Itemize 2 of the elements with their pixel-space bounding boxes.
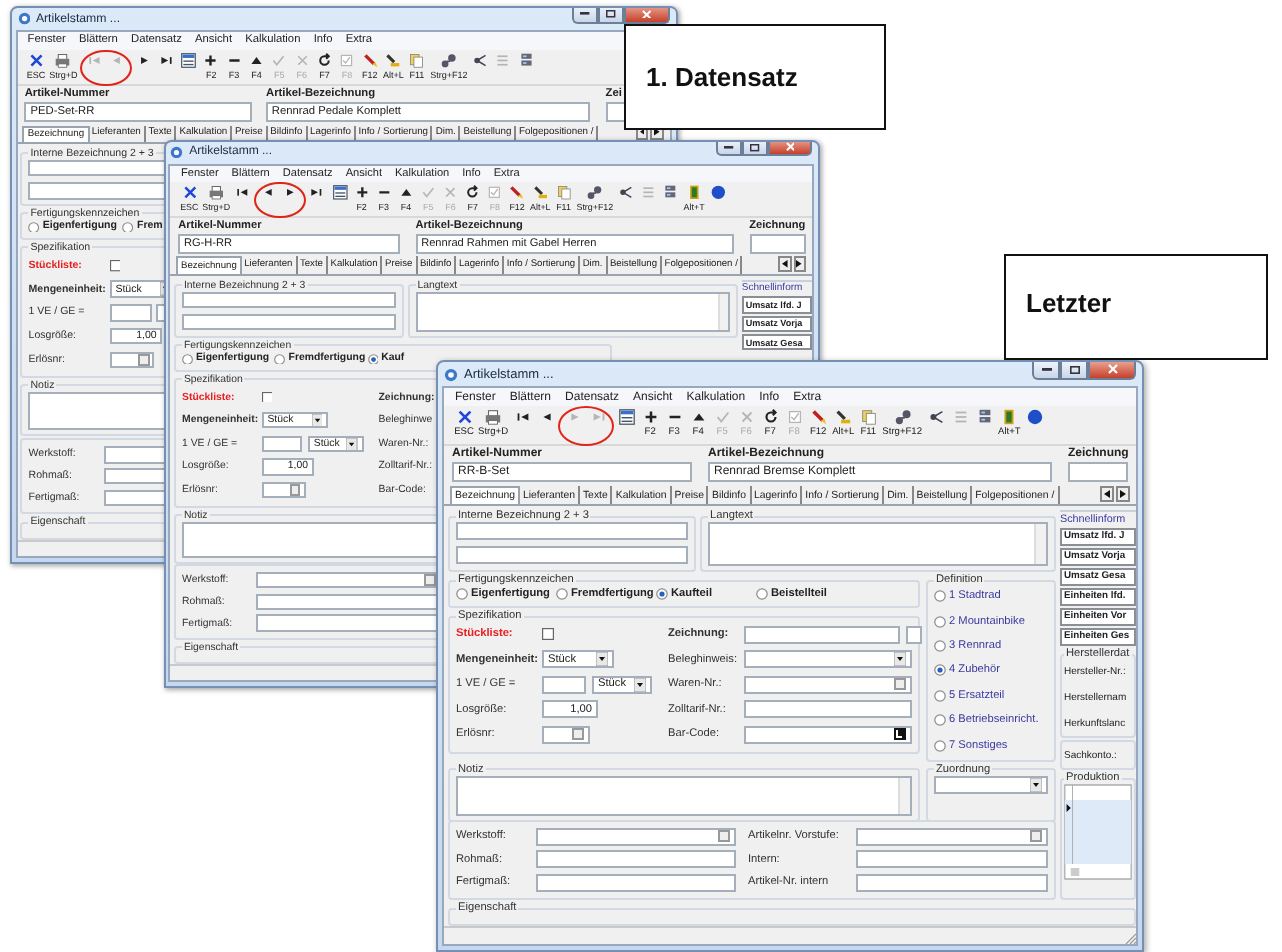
callout-tooltip: 1. Datensatz: [624, 24, 886, 130]
callout-tooltip: Letzter: [1004, 254, 1268, 360]
